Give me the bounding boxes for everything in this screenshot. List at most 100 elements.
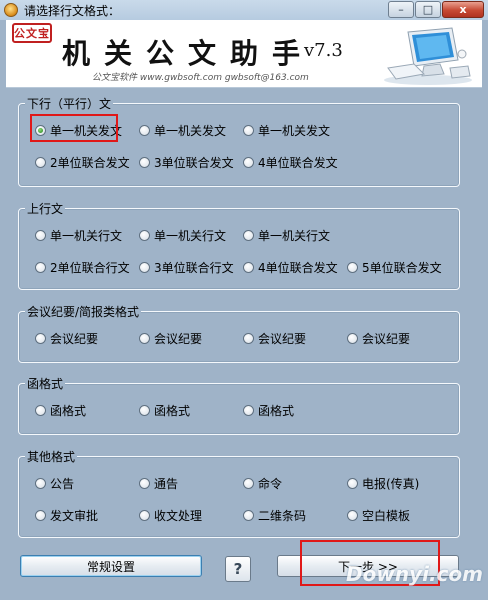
group-letter-format: 函格式 函格式 函格式 函格式	[18, 375, 460, 435]
radio-button[interactable]	[35, 405, 46, 416]
radio-option[interactable]: 单一机关行文	[243, 227, 330, 244]
radio-button[interactable]	[35, 230, 46, 241]
app-title: 机关公文助手	[62, 37, 315, 70]
group-title: 其他格式	[25, 448, 78, 465]
close-button[interactable]: x	[442, 1, 484, 18]
radio-option[interactable]: 发文审批	[35, 507, 98, 524]
group-title: 下行（平行）文	[25, 95, 114, 112]
radio-option[interactable]: 函格式	[243, 402, 294, 419]
radio-option[interactable]: 4单位联合发文	[243, 259, 338, 276]
option-label: 单一机关发文	[258, 124, 331, 138]
option-label: 会议纪要	[50, 332, 99, 346]
radio-option[interactable]: 会议纪要	[347, 330, 410, 347]
radio-option[interactable]: 函格式	[139, 402, 190, 419]
radio-option[interactable]: 电报(传真)	[347, 475, 419, 492]
radio-option[interactable]: 函格式	[35, 402, 86, 419]
option-label: 电报(传真)	[362, 477, 420, 491]
radio-button[interactable]	[243, 157, 254, 168]
group-title: 上行文	[25, 200, 66, 217]
option-label: 会议纪要	[258, 332, 307, 346]
title-bar[interactable]: 请选择行文格式： – □ x	[0, 0, 488, 20]
window-controls: – □ x	[387, 1, 484, 18]
radio-button-checked[interactable]	[35, 125, 46, 136]
maximize-button[interactable]: □	[415, 1, 441, 18]
radio-button[interactable]	[347, 510, 358, 521]
radio-button[interactable]	[139, 230, 150, 241]
radio-button[interactable]	[243, 405, 254, 416]
radio-option[interactable]: 会议纪要	[35, 330, 98, 347]
group-other-formats: 其他格式 公告 通告 命令 电报(传真) 发文审批 收文处理 二维条码 空白模板	[18, 448, 460, 538]
radio-option[interactable]: 单一机关发文	[243, 122, 330, 139]
option-label: 单一机关行文	[50, 229, 123, 243]
radio-button[interactable]	[139, 510, 150, 521]
option-label: 单一机关发文	[154, 124, 227, 138]
radio-button[interactable]	[139, 125, 150, 136]
radio-button[interactable]	[347, 333, 358, 344]
option-label: 函格式	[154, 404, 191, 418]
radio-option[interactable]: 3单位联合发文	[139, 154, 234, 171]
radio-button[interactable]	[139, 262, 150, 273]
option-label: 4单位联合发文	[258, 261, 338, 275]
seal-logo: 公文宝	[12, 23, 52, 43]
radio-option[interactable]: 4单位联合发文	[243, 154, 338, 171]
radio-button[interactable]	[35, 478, 46, 489]
option-label: 会议纪要	[154, 332, 203, 346]
radio-option[interactable]: 空白模板	[347, 507, 410, 524]
radio-option[interactable]: 命令	[243, 475, 282, 492]
option-label: 5单位联合发文	[362, 261, 442, 275]
option-label: 收文处理	[154, 509, 203, 523]
radio-option[interactable]: 单一机关发文	[139, 122, 226, 139]
option-label: 单一机关发文	[50, 124, 123, 138]
radio-option[interactable]: 公告	[35, 475, 74, 492]
computer-illustration-icon	[384, 27, 472, 85]
radio-option[interactable]: 会议纪要	[243, 330, 306, 347]
radio-button[interactable]	[35, 262, 46, 273]
radio-button[interactable]	[347, 262, 358, 273]
radio-option[interactable]: 3单位联合行文	[139, 259, 234, 276]
settings-button[interactable]: 常规设置	[20, 555, 202, 577]
option-label: 通告	[154, 477, 179, 491]
radio-button[interactable]	[243, 333, 254, 344]
radio-button[interactable]	[347, 478, 358, 489]
radio-button[interactable]	[139, 478, 150, 489]
option-label: 命令	[258, 477, 283, 491]
app-logo-icon	[4, 3, 18, 17]
radio-button[interactable]	[243, 230, 254, 241]
radio-button[interactable]	[243, 478, 254, 489]
radio-button[interactable]	[35, 157, 46, 168]
radio-option[interactable]: 通告	[139, 475, 178, 492]
radio-button[interactable]	[243, 262, 254, 273]
radio-option[interactable]: 5单位联合发文	[347, 259, 442, 276]
option-label: 函格式	[258, 404, 295, 418]
app-banner: 公文宝 机关公文助手 v7.3 公文宝软件 www.gwbsoft.com gw…	[6, 20, 482, 88]
help-button[interactable]: ?	[225, 556, 251, 582]
radio-button[interactable]	[243, 125, 254, 136]
option-label: 3单位联合行文	[154, 261, 234, 275]
radio-button[interactable]	[35, 333, 46, 344]
radio-option[interactable]: 会议纪要	[139, 330, 202, 347]
radio-button[interactable]	[139, 333, 150, 344]
minimize-button[interactable]: –	[388, 1, 414, 18]
option-label: 单一机关行文	[258, 229, 331, 243]
radio-option[interactable]: 收文处理	[139, 507, 202, 524]
radio-option[interactable]: 二维条码	[243, 507, 306, 524]
radio-button[interactable]	[35, 510, 46, 521]
option-label: 函格式	[50, 404, 87, 418]
option-label: 3单位联合发文	[154, 156, 234, 170]
app-version: v7.3	[304, 40, 343, 61]
group-title: 函格式	[25, 375, 66, 392]
radio-button[interactable]	[139, 157, 150, 168]
radio-option[interactable]: 单一机关发文	[35, 122, 122, 139]
radio-option[interactable]: 2单位联合行文	[35, 259, 130, 276]
radio-option[interactable]: 2单位联合发文	[35, 154, 130, 171]
radio-button[interactable]	[139, 405, 150, 416]
option-label: 空白模板	[362, 509, 411, 523]
window-title: 请选择行文格式：	[24, 3, 121, 18]
option-label: 二维条码	[258, 509, 307, 523]
radio-option[interactable]: 单一机关行文	[35, 227, 122, 244]
seal-logo-text: 公文宝	[14, 27, 50, 40]
radio-option[interactable]: 单一机关行文	[139, 227, 226, 244]
radio-button[interactable]	[243, 510, 254, 521]
option-label: 单一机关行文	[154, 229, 227, 243]
group-upward-docs: 上行文 单一机关行文 单一机关行文 单一机关行文 2单位联合行文 3单位联合行文…	[18, 200, 460, 290]
